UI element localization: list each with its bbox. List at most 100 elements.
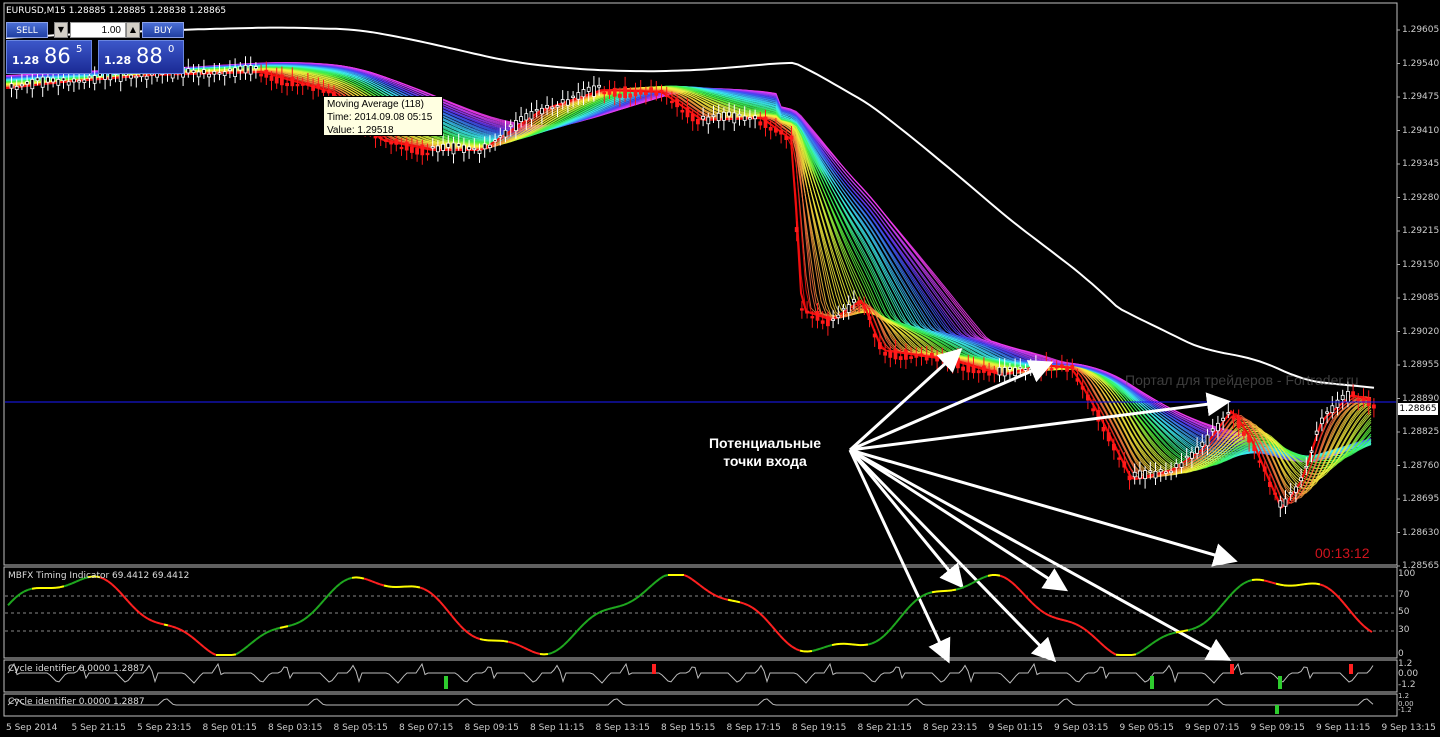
annotation-arrow bbox=[849, 448, 1232, 661]
mbfx-segment bbox=[307, 612, 313, 618]
mbfx-segment bbox=[315, 604, 321, 610]
mbfx-segment bbox=[987, 574, 993, 577]
candle-body bbox=[784, 135, 789, 140]
current-price-label: 1.28865 bbox=[1398, 403, 1438, 415]
moving-average-line bbox=[5, 66, 1372, 464]
candle-body bbox=[1184, 455, 1189, 459]
candle-body bbox=[852, 299, 856, 303]
mbfx-segment bbox=[1023, 593, 1029, 600]
moving-average-line bbox=[5, 66, 1372, 465]
mbfx-segment bbox=[999, 574, 1005, 579]
mbfx-segment bbox=[443, 605, 449, 612]
candle-body bbox=[742, 115, 747, 121]
price-axis-label: 1.29150 bbox=[1402, 259, 1440, 270]
lot-size-input[interactable] bbox=[70, 22, 126, 38]
moving-average-line bbox=[5, 63, 1372, 462]
candle-body bbox=[966, 362, 971, 373]
candle-body bbox=[508, 124, 513, 127]
mbfx-segment bbox=[243, 645, 249, 650]
mbfx-segment bbox=[387, 585, 393, 588]
candle-body bbox=[487, 144, 492, 148]
moving-average-line bbox=[5, 63, 1372, 460]
candle-body bbox=[904, 349, 908, 360]
mbfx-segment bbox=[663, 574, 669, 577]
price-axis-label: 1.29280 bbox=[1402, 192, 1440, 203]
mbfx-segment bbox=[911, 599, 917, 605]
mbfx-segment bbox=[1219, 602, 1225, 609]
mbfx-segment bbox=[1039, 609, 1045, 614]
chart-canvas[interactable] bbox=[0, 0, 1440, 737]
moving-average-line bbox=[5, 63, 1372, 461]
mbfx-segment bbox=[115, 587, 121, 593]
mbfx-segment bbox=[1167, 632, 1173, 636]
mbfx-segment bbox=[1003, 576, 1009, 581]
candle-body bbox=[618, 93, 622, 98]
mbfx-segment bbox=[595, 611, 601, 616]
mbfx-segment bbox=[1319, 583, 1325, 587]
candle-body bbox=[560, 99, 565, 104]
sell-button[interactable]: SELL bbox=[6, 22, 48, 38]
mbfx-segment bbox=[435, 596, 441, 603]
candle-body bbox=[748, 117, 752, 120]
mbfx-segment bbox=[335, 582, 341, 588]
buy-button[interactable]: BUY bbox=[142, 22, 184, 38]
mbfx-segment bbox=[1239, 582, 1245, 587]
mbfx-segment bbox=[127, 600, 133, 607]
mbfx-segment bbox=[611, 606, 617, 610]
mbfx-segment bbox=[1139, 648, 1145, 653]
tooltip-title: Moving Average (118) bbox=[327, 99, 424, 110]
mbfx-segment bbox=[167, 624, 173, 628]
mbfx-segment bbox=[683, 574, 689, 578]
candle-body bbox=[862, 305, 867, 309]
mbfx-segment bbox=[703, 587, 709, 592]
candle-body bbox=[831, 318, 835, 321]
mbfx-segment bbox=[1107, 648, 1113, 654]
cycle1-level-label: -1.2 bbox=[1398, 680, 1416, 690]
candle-body bbox=[706, 116, 711, 125]
mbfx-segment bbox=[831, 643, 837, 647]
candle-body bbox=[222, 71, 227, 76]
candle-body bbox=[1351, 391, 1355, 397]
mbfx-segment bbox=[371, 580, 377, 584]
mbfx-segment bbox=[871, 640, 877, 645]
mbfx-segment bbox=[1019, 589, 1025, 596]
candle-body bbox=[987, 371, 991, 376]
candle-body bbox=[789, 135, 794, 140]
time-axis-label: 8 Sep 15:15 bbox=[661, 723, 716, 733]
mbfx-segment bbox=[479, 638, 485, 641]
mbfx-segment bbox=[1059, 618, 1065, 622]
candle-body bbox=[685, 107, 690, 118]
watermark-text: Портал для трейдеров - Fortrader.ru bbox=[1125, 372, 1359, 388]
candle-body bbox=[259, 73, 264, 77]
buy-price-button[interactable]: 1.28 88 0 bbox=[98, 40, 184, 74]
candle-body bbox=[675, 98, 679, 108]
mbfx-segment bbox=[779, 634, 785, 641]
mbfx-segment bbox=[639, 591, 645, 597]
mbfx-segment bbox=[419, 586, 425, 590]
mbfx-segment bbox=[707, 590, 713, 595]
mbfx-segment bbox=[535, 651, 541, 655]
mbfx-segment bbox=[895, 617, 901, 624]
lot-decrease-button[interactable]: ▼ bbox=[54, 22, 68, 38]
candle-body bbox=[836, 314, 841, 319]
cycle1-level-label: 0.00 bbox=[1398, 669, 1419, 679]
candle-body bbox=[243, 65, 248, 74]
candle-body bbox=[238, 65, 243, 71]
candle-body bbox=[1039, 368, 1043, 372]
mbfx-segment bbox=[111, 583, 117, 589]
candle-body bbox=[971, 365, 976, 374]
buy-price-fraction: 0 bbox=[168, 44, 175, 55]
lot-increase-button[interactable]: ▲ bbox=[126, 22, 140, 38]
mbfx-indicator-label: MBFX Timing Indicator 69.4412 69.4412 bbox=[8, 571, 190, 581]
candle-body bbox=[196, 71, 201, 78]
mbfx-segment bbox=[135, 608, 141, 614]
candle-body bbox=[300, 83, 305, 86]
chart-title: EURUSD,M15 1.28885 1.28885 1.28838 1.288… bbox=[6, 6, 227, 16]
candle-body bbox=[191, 69, 196, 73]
mbfx-segment bbox=[519, 644, 525, 649]
sell-price-button[interactable]: 1.28 86 5 bbox=[6, 40, 92, 74]
candle-body bbox=[1346, 391, 1350, 403]
mbfx-segment bbox=[67, 582, 73, 586]
moving-average-line bbox=[5, 68, 1372, 481]
moving-average-line bbox=[5, 63, 1372, 461]
